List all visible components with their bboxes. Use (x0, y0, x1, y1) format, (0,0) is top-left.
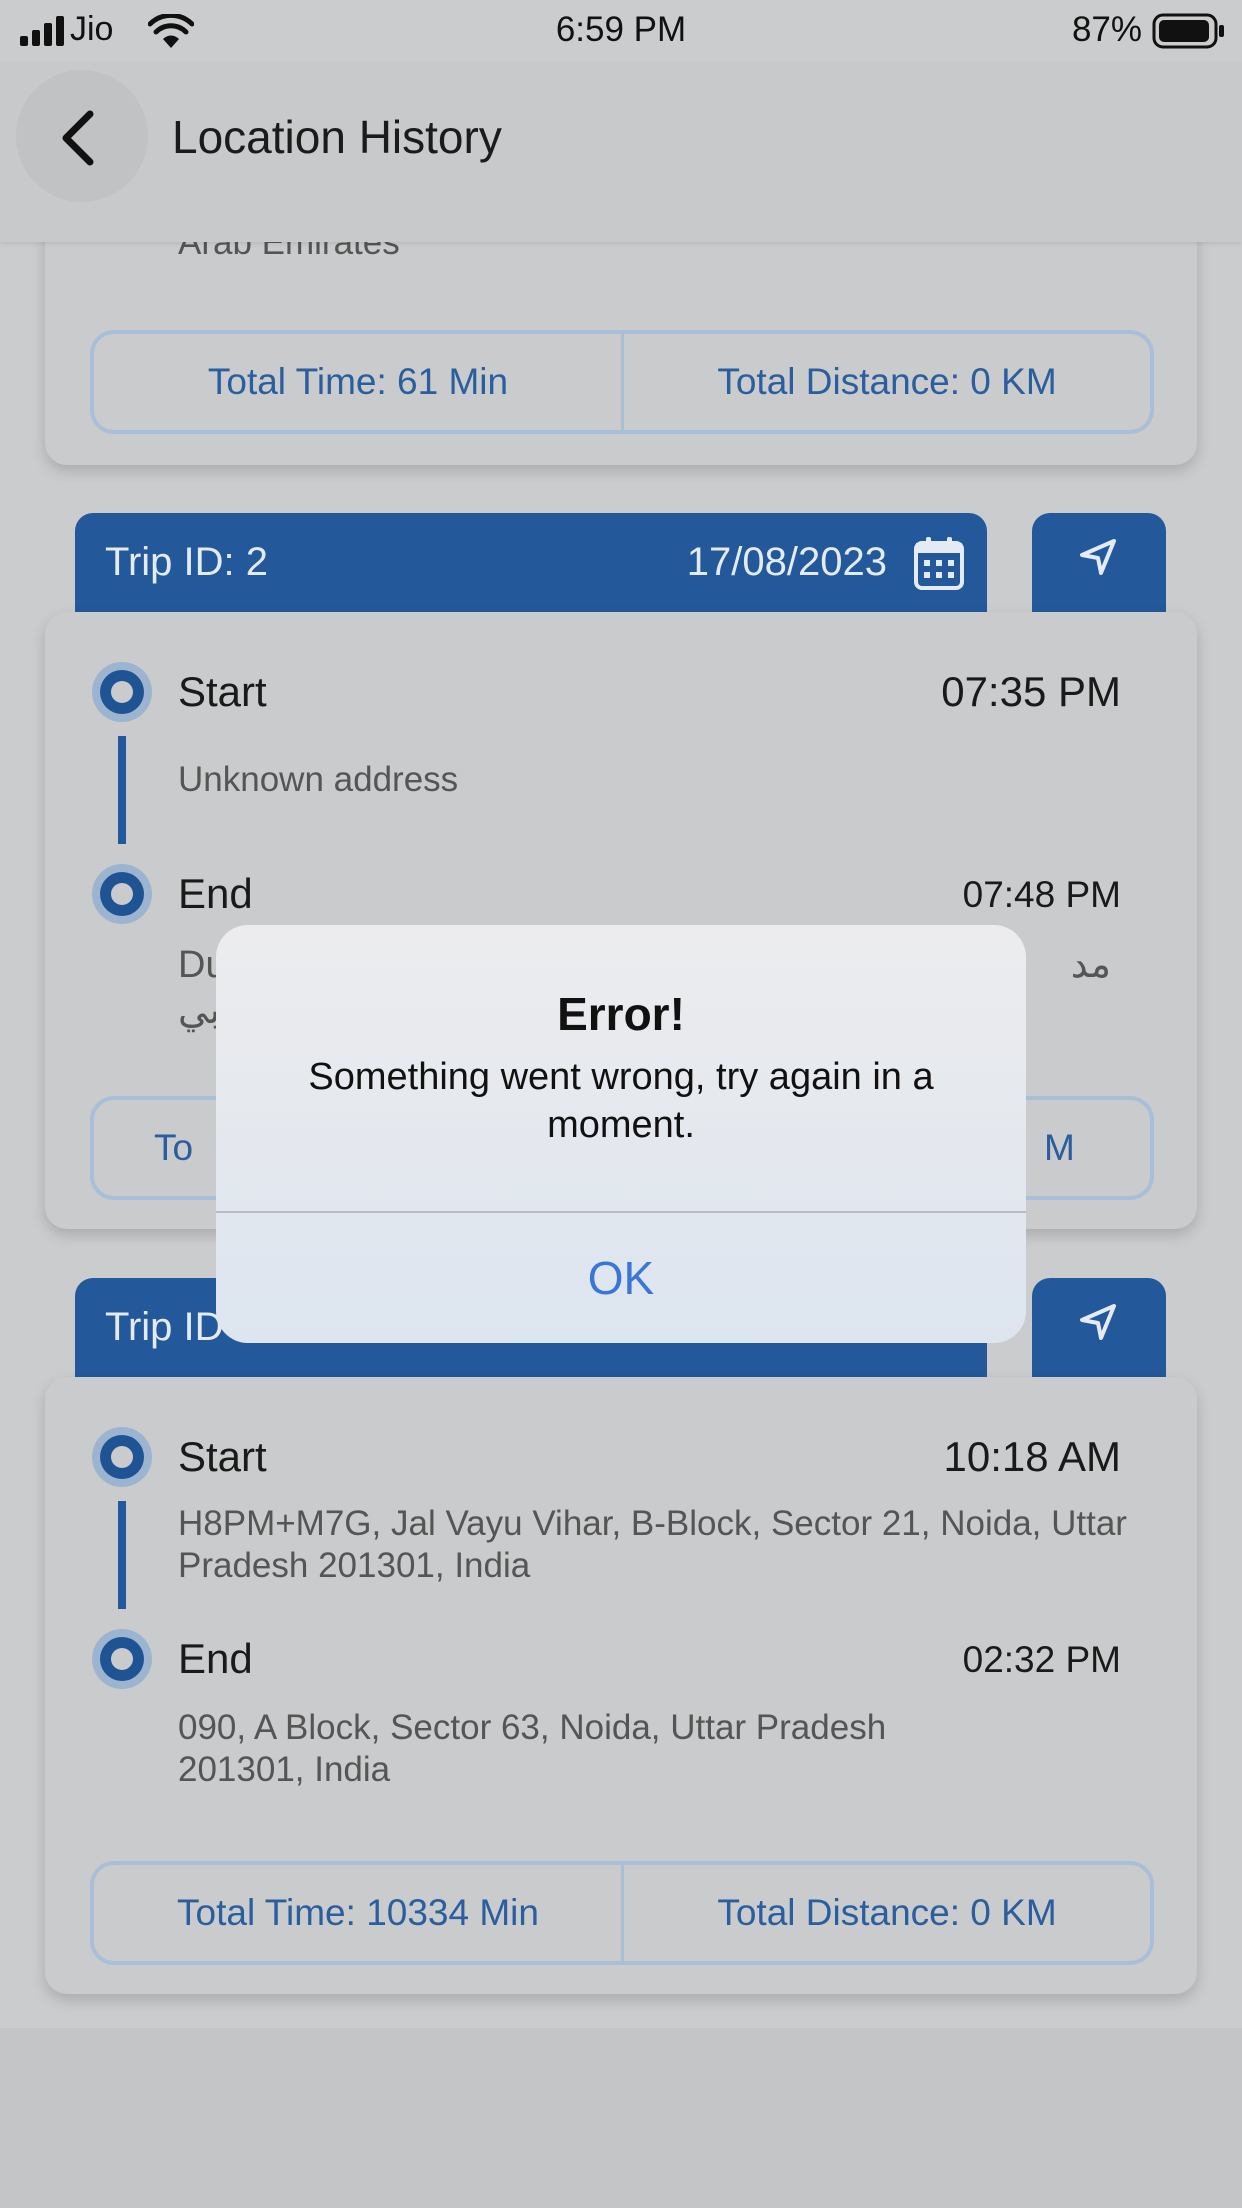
status-bar: Jio 6:59 PM 87% (0, 0, 1242, 62)
end-marker (92, 1629, 152, 1689)
alert-message: Something went wrong, try again in a mom… (308, 1056, 934, 1146)
end-time: 02:32 PM (962, 1639, 1121, 1680)
total-time: Total Time: 61 Min (207, 361, 509, 402)
trip-header[interactable]: Trip ID: 2 17/08/2023 (75, 513, 987, 613)
end-address-fragment-3: مد (1070, 944, 1111, 986)
battery-icon (1152, 13, 1224, 49)
start-time: 07:35 PM (941, 668, 1121, 715)
total-distance: Total Distance: 0 KM (717, 361, 1057, 402)
back-button[interactable] (16, 70, 148, 202)
end-address-fragment-2: بي (178, 990, 221, 1032)
trip-totals: Total Time: 61 Min Total Distance: 0 KM (90, 330, 1154, 434)
navigate-button[interactable] (1032, 513, 1166, 613)
battery-percent: 87% (1071, 10, 1142, 49)
trip-date: 17/08/2023 (686, 540, 887, 584)
end-label: End (178, 870, 253, 917)
end-time: 07:48 PM (962, 874, 1121, 915)
start-label: Start (178, 1433, 267, 1480)
start-address: H8PM+M7G, Jal Vayu Vihar, B-Block, Secto… (178, 1504, 1127, 1585)
trip-id: Trip ID: 2 (105, 540, 268, 584)
error-alert: Error! Something went wrong, try again i… (216, 925, 1026, 1343)
trip-totals: Total Time: 10334 Min Total Distance: 0 … (90, 1861, 1154, 1965)
total-distance: M (1044, 1127, 1075, 1168)
ok-button[interactable]: OK (216, 1213, 1026, 1343)
trip-id: Trip ID (105, 1305, 224, 1349)
route-line (118, 1501, 126, 1609)
end-label: End (178, 1635, 253, 1682)
page-title: Location History (172, 111, 502, 163)
start-marker (92, 1427, 152, 1487)
navigation-arrow-icon (1080, 1304, 1116, 1340)
navigation-arrow-icon (1080, 539, 1116, 575)
start-time: 10:18 AM (943, 1433, 1121, 1480)
route-line (118, 736, 126, 844)
calendar-icon[interactable] (913, 535, 965, 591)
bottom-area (0, 2028, 1242, 2208)
navigate-button[interactable] (1032, 1278, 1166, 1378)
start-address: Unknown address (178, 760, 459, 799)
total-distance: Total Distance: 0 KM (717, 1892, 1057, 1933)
chevron-left-icon (62, 110, 94, 166)
trip-card: Start 10:18 AM H8PM+M7G, Jal Vayu Vihar,… (45, 1377, 1197, 1994)
status-time: 6:59 PM (555, 10, 687, 49)
total-time: To (154, 1127, 194, 1168)
end-marker (92, 864, 152, 924)
total-time: Total Time: 10334 Min (177, 1892, 539, 1933)
end-address: 090, A Block, Sector 63, Noida, Uttar Pr… (178, 1708, 887, 1789)
start-marker (92, 662, 152, 722)
start-label: Start (178, 668, 267, 715)
alert-title: Error! (557, 988, 685, 1040)
